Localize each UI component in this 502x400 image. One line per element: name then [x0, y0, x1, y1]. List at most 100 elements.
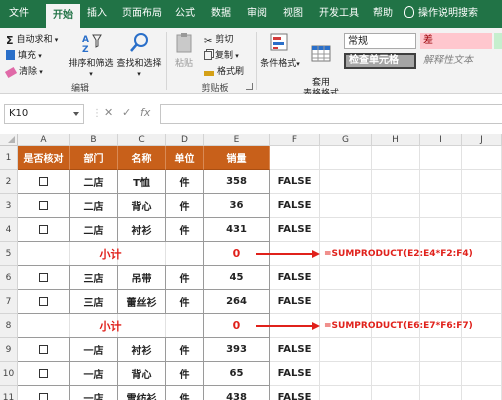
cell[interactable] [372, 338, 420, 362]
checkbox-cell[interactable] [18, 218, 70, 242]
check-result-cell[interactable]: FALSE [270, 266, 320, 290]
table-header-cell[interactable]: 名称 [118, 146, 166, 170]
checkbox[interactable] [39, 393, 48, 400]
unit-cell[interactable]: 件 [166, 338, 204, 362]
cell[interactable] [320, 194, 372, 218]
column-header-a[interactable]: A [18, 134, 70, 146]
product-name-cell[interactable]: 背心 [118, 362, 166, 386]
check-result-cell[interactable]: FALSE [270, 386, 320, 400]
product-name-cell[interactable]: 吊带 [118, 266, 166, 290]
department-cell[interactable]: 二店 [70, 194, 118, 218]
checkbox-cell[interactable] [18, 194, 70, 218]
check-result-cell[interactable]: FALSE [270, 362, 320, 386]
checkbox[interactable] [39, 345, 48, 354]
style-bad[interactable]: 差 [420, 33, 492, 49]
cell[interactable] [320, 146, 372, 170]
cell[interactable] [372, 194, 420, 218]
column-header-f[interactable]: F [270, 134, 320, 146]
product-name-cell[interactable]: 衬衫 [118, 338, 166, 362]
checkbox-cell[interactable] [18, 170, 70, 194]
cell[interactable] [420, 170, 462, 194]
fill-button[interactable]: 填充 ▾ [6, 49, 42, 63]
tell-me-search[interactable]: 操作说明搜索 [404, 0, 478, 28]
name-box[interactable]: K10 [4, 104, 84, 124]
department-cell[interactable]: 三店 [70, 266, 118, 290]
insert-function-icon[interactable]: fx [140, 106, 150, 119]
sales-cell[interactable]: 65 [204, 362, 270, 386]
cell[interactable] [320, 386, 372, 400]
checkbox[interactable] [39, 297, 48, 306]
conditional-formatting-button[interactable]: 条件格式▾ [260, 32, 300, 69]
department-cell[interactable]: 二店 [70, 218, 118, 242]
product-name-cell[interactable]: 蕾丝衫 [118, 290, 166, 314]
cell[interactable] [462, 362, 502, 386]
cell[interactable] [320, 362, 372, 386]
cell[interactable] [372, 170, 420, 194]
cell[interactable] [420, 218, 462, 242]
department-cell[interactable]: 一店 [70, 362, 118, 386]
style-explanatory[interactable]: 解释性文本 [420, 53, 496, 69]
department-cell[interactable]: 一店 [70, 386, 118, 400]
row-header-3[interactable]: 3 [0, 194, 18, 218]
subtotal-label-cell[interactable]: 小计 [18, 314, 204, 338]
sales-cell[interactable]: 264 [204, 290, 270, 314]
cell[interactable] [420, 338, 462, 362]
checkbox-cell[interactable] [18, 386, 70, 400]
cell[interactable] [320, 218, 372, 242]
cell[interactable] [320, 338, 372, 362]
department-cell[interactable]: 一店 [70, 338, 118, 362]
check-result-cell[interactable]: FALSE [270, 338, 320, 362]
formula-input[interactable] [160, 104, 502, 124]
cell[interactable] [372, 218, 420, 242]
product-name-cell[interactable]: T恤 [118, 170, 166, 194]
paste-button[interactable]: 粘贴 [170, 32, 198, 69]
table-header-cell[interactable]: 部门 [70, 146, 118, 170]
cell[interactable] [462, 146, 502, 170]
cell[interactable] [372, 290, 420, 314]
tab-page-layout[interactable]: 页面布局 [118, 0, 166, 28]
table-header-cell[interactable]: 销量 [204, 146, 270, 170]
cell[interactable] [462, 194, 502, 218]
column-header-b[interactable]: B [70, 134, 118, 146]
table-header-cell[interactable]: 是否核对 [18, 146, 70, 170]
unit-cell[interactable]: 件 [166, 290, 204, 314]
row-header-8[interactable]: 8 [0, 314, 18, 338]
cell[interactable] [420, 362, 462, 386]
checkbox[interactable] [39, 225, 48, 234]
cell[interactable] [462, 218, 502, 242]
column-header-g[interactable]: G [320, 134, 372, 146]
tab-home[interactable]: 开始 [46, 4, 80, 28]
row-header-11[interactable]: 11 [0, 386, 18, 400]
cell[interactable] [320, 290, 372, 314]
sales-cell[interactable]: 45 [204, 266, 270, 290]
checkbox-cell[interactable] [18, 290, 70, 314]
column-header-j[interactable]: J [462, 134, 502, 146]
checkbox[interactable] [39, 201, 48, 210]
copy-button[interactable]: 复制 ▾ [204, 49, 239, 63]
row-header-10[interactable]: 10 [0, 362, 18, 386]
style-good[interactable] [494, 33, 502, 49]
cell[interactable] [420, 266, 462, 290]
checkbox-cell[interactable] [18, 338, 70, 362]
column-header-d[interactable]: D [166, 134, 204, 146]
cell[interactable] [372, 146, 420, 170]
clear-button[interactable]: 清除 ▾ [4, 65, 43, 79]
row-header-5[interactable]: 5 [0, 242, 18, 266]
format-painter-button[interactable]: 格式刷 [204, 65, 244, 79]
unit-cell[interactable]: 件 [166, 266, 204, 290]
row-header-9[interactable]: 9 [0, 338, 18, 362]
row-header-6[interactable]: 6 [0, 266, 18, 290]
enter-icon[interactable]: ✓ [122, 106, 131, 119]
cell[interactable] [320, 170, 372, 194]
sales-cell[interactable]: 438 [204, 386, 270, 400]
cut-button[interactable]: ✂ 剪切 [204, 33, 233, 47]
tab-file[interactable]: 文件 [4, 0, 34, 28]
sales-cell[interactable]: 36 [204, 194, 270, 218]
row-header-4[interactable]: 4 [0, 218, 18, 242]
cell[interactable] [462, 338, 502, 362]
tab-insert[interactable]: 插入 [84, 0, 110, 28]
cell[interactable] [462, 170, 502, 194]
column-header-i[interactable]: I [420, 134, 462, 146]
style-check-cell[interactable]: 检查单元格 [344, 53, 416, 69]
check-result-cell[interactable]: FALSE [270, 170, 320, 194]
